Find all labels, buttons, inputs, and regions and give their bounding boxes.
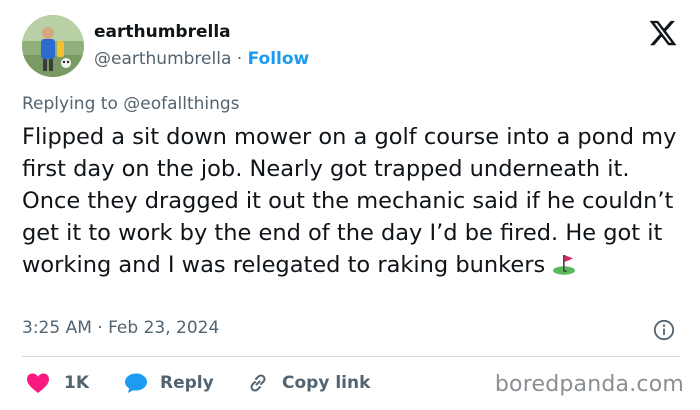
link-icon [250,374,266,392]
replying-to[interactable]: Replying to @eofallthings [22,94,240,114]
follow-button[interactable]: Follow [248,49,310,69]
avatar[interactable] [22,15,84,77]
display-name[interactable]: earthumbrella [94,22,231,42]
copy-link-label: Copy link [282,373,371,393]
speech-bubble-icon [125,373,147,393]
like-count: 1K [64,373,90,393]
user-handle[interactable]: @earthumbrella [94,49,231,69]
avatar-photo [22,15,84,77]
heart-icon [27,373,49,393]
watermark: boredpanda.com [494,372,684,397]
separator: · [231,49,248,69]
like-button[interactable]: 1K [26,371,89,395]
reply-label: Reply [160,373,214,393]
info-icon[interactable] [653,319,675,341]
handle-row: @earthumbrella · Follow [94,49,309,69]
reply-button[interactable]: Reply [124,371,214,395]
tweet-text: Flipped a sit down mower on a golf cours… [22,121,690,281]
x-logo-icon[interactable] [648,18,678,48]
divider [22,356,680,357]
timestamp[interactable]: 3:25 AM · Feb 23, 2024 [22,318,219,338]
golf-flag-icon [553,255,576,275]
copy-link-button[interactable]: Copy link [246,371,370,395]
tweet-body: Flipped a sit down mower on a golf cours… [22,124,677,278]
